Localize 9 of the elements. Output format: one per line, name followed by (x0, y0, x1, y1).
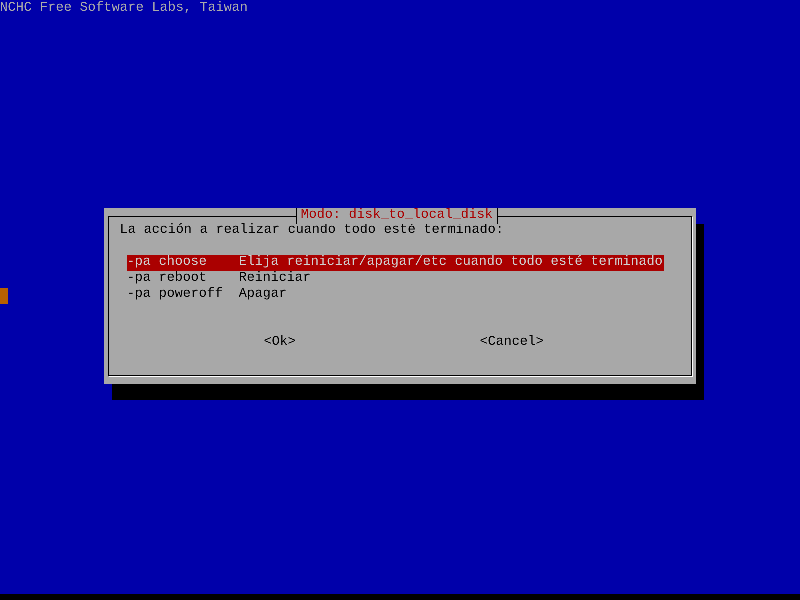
cursor-block (0, 288, 8, 304)
menu-item[interactable]: -pa reboot Reiniciar (127, 271, 664, 287)
menu-item[interactable]: -pa poweroff Apagar (127, 287, 664, 303)
header-title: NCHC Free Software Labs, Taiwan (0, 0, 248, 17)
dialog-title: Modo: disk_to_local_disk (296, 208, 498, 224)
prompt-text: La acción a realizar cuando todo esté terminado: (120, 223, 505, 239)
ok-button[interactable]: <Ok> (264, 335, 296, 351)
cancel-button[interactable]: <Cancel> (480, 335, 544, 351)
menu-item[interactable]: -pa choose Elija reiniciar/apagar/etc cuando todo esté terminado (127, 255, 664, 271)
